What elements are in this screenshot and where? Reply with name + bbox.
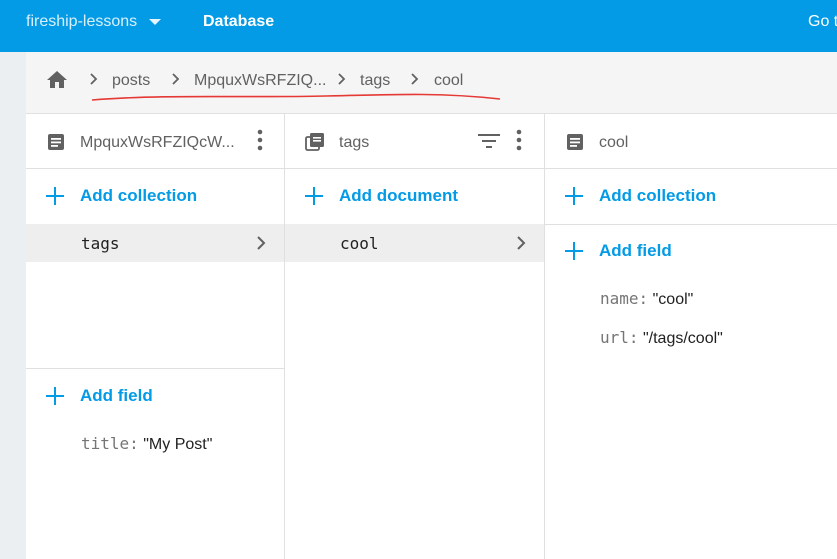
field-key: url: bbox=[600, 328, 639, 347]
chevron-right-icon bbox=[257, 236, 266, 250]
plus-icon bbox=[305, 187, 323, 205]
filter-icon[interactable] bbox=[478, 133, 500, 149]
top-app-bar: fireship-lessons Database Go t bbox=[0, 0, 837, 52]
field-row[interactable]: url: "/tags/cool" bbox=[600, 328, 723, 348]
document-column: MpquxWsRFZIQcW... Add collection tags Ad… bbox=[26, 114, 285, 559]
collection-column-header: tags bbox=[285, 114, 544, 169]
add-document-button[interactable]: Add document bbox=[305, 186, 458, 206]
add-field-button[interactable]: Add field bbox=[565, 241, 672, 261]
project-name: fireship-lessons bbox=[26, 13, 138, 30]
section-title: Database bbox=[203, 13, 275, 30]
breadcrumb-tags[interactable]: tags bbox=[360, 72, 390, 90]
collection-title: tags bbox=[339, 134, 370, 151]
project-selector[interactable]: fireship-lessons bbox=[26, 13, 162, 31]
field-value: "cool" bbox=[652, 291, 694, 308]
left-gutter bbox=[0, 52, 26, 559]
breadcrumb-document[interactable]: MpquxWsRFZIQ... bbox=[194, 72, 326, 90]
chevron-right-icon bbox=[411, 73, 419, 85]
subdocument-title: cool bbox=[599, 134, 629, 151]
field-value: "My Post" bbox=[143, 436, 213, 453]
collection-name: tags bbox=[81, 234, 120, 253]
add-collection-label: Add collection bbox=[599, 186, 717, 205]
breadcrumb-cool[interactable]: cool bbox=[434, 72, 463, 90]
document-title: MpquxWsRFZIQcW... bbox=[80, 134, 235, 151]
home-icon[interactable] bbox=[45, 68, 69, 92]
add-collection-button[interactable]: Add collection bbox=[46, 186, 197, 206]
more-vert-icon[interactable] bbox=[257, 129, 263, 151]
field-row[interactable]: title: "My Post" bbox=[81, 434, 212, 454]
chevron-right-icon bbox=[338, 73, 346, 85]
add-field-button[interactable]: Add field bbox=[46, 386, 153, 406]
chevron-right-icon bbox=[517, 236, 526, 250]
subdocument-column-header: cool bbox=[545, 114, 837, 169]
add-collection-label: Add collection bbox=[80, 186, 198, 205]
document-icon bbox=[48, 134, 64, 150]
document-list-item[interactable]: cool bbox=[285, 224, 544, 262]
subdocument-column: cool Add collection Add field name: "coo… bbox=[545, 114, 837, 559]
plus-icon bbox=[46, 387, 64, 405]
chevron-right-icon bbox=[90, 73, 98, 85]
annotation-underline bbox=[91, 93, 501, 101]
collection-icon bbox=[305, 133, 324, 151]
add-document-label: Add document bbox=[339, 186, 458, 205]
add-field-label: Add field bbox=[599, 241, 672, 260]
more-vert-icon[interactable] bbox=[516, 129, 522, 151]
collection-list-item[interactable]: tags bbox=[26, 224, 284, 262]
field-key: title: bbox=[81, 434, 139, 453]
breadcrumb: posts MpquxWsRFZIQ... tags cool bbox=[26, 52, 837, 114]
database-panel: posts MpquxWsRFZIQ... tags cool MpquxWsR… bbox=[26, 52, 837, 559]
field-key: name: bbox=[600, 289, 649, 308]
document-column-header: MpquxWsRFZIQcW... bbox=[26, 114, 284, 169]
add-collection-button[interactable]: Add collection bbox=[565, 186, 716, 206]
field-row[interactable]: name: "cool" bbox=[600, 289, 693, 309]
section-divider bbox=[26, 368, 284, 369]
document-id: cool bbox=[340, 234, 379, 253]
breadcrumb-posts[interactable]: posts bbox=[112, 72, 150, 90]
plus-icon bbox=[565, 187, 583, 205]
dropdown-caret-icon bbox=[149, 19, 162, 25]
chevron-right-icon bbox=[172, 73, 180, 85]
document-icon bbox=[567, 134, 583, 150]
field-value: "/tags/cool" bbox=[642, 330, 723, 347]
plus-icon bbox=[46, 187, 64, 205]
section-divider bbox=[545, 224, 837, 225]
collection-column: tags Add document cool bbox=[285, 114, 545, 559]
goto-docs-link[interactable]: Go t bbox=[808, 13, 837, 31]
plus-icon bbox=[565, 242, 583, 260]
add-field-label: Add field bbox=[80, 386, 153, 405]
